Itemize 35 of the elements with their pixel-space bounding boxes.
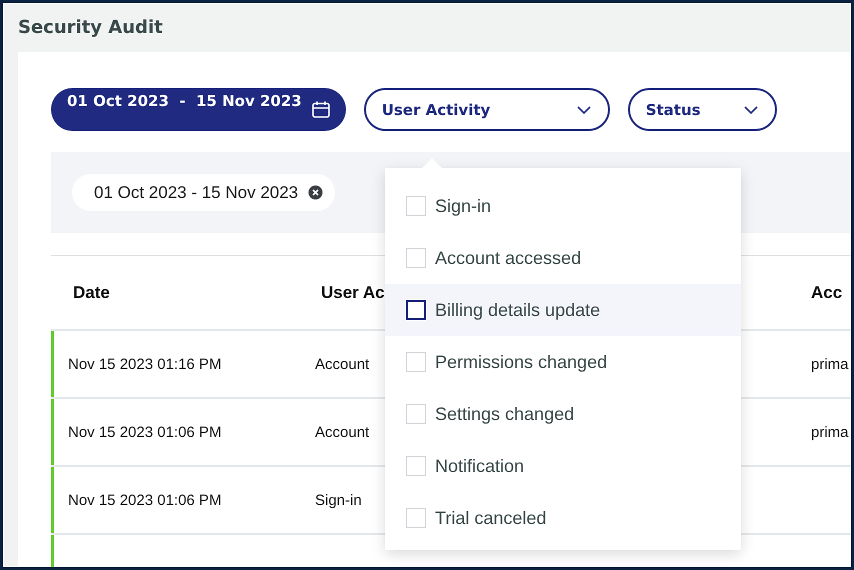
- option-label: Settings changed: [435, 404, 574, 424]
- table-cell: Nov 15 2023 01:16 PM: [68, 356, 222, 372]
- table-cell: prima: [811, 424, 849, 440]
- page-title: Security Audit: [17, 16, 164, 40]
- checkbox[interactable]: [406, 300, 426, 320]
- table-cell: Account: [315, 356, 370, 372]
- menu-option[interactable]: Account accessed: [406, 232, 741, 284]
- close-icon[interactable]: [308, 185, 324, 200]
- option-label: Notification: [435, 456, 524, 476]
- column-header: Acc: [811, 282, 844, 302]
- filter-dropdown[interactable]: User Activity: [364, 88, 610, 131]
- menu-option[interactable]: Notification: [406, 440, 741, 492]
- filter-chip: 01 Oct 2023 - 15 Nov 2023: [72, 174, 336, 211]
- option-label: Billing details update: [435, 300, 600, 320]
- menu-option[interactable]: Trial canceled: [406, 492, 741, 544]
- option-label: Trial canceled: [435, 508, 546, 528]
- menu-option[interactable]: Settings changed: [406, 388, 741, 440]
- menu-option[interactable]: Billing details update: [385, 284, 741, 336]
- date-range-button[interactable]: 01 Oct 2023 - 15 Nov 2023: [51, 88, 346, 131]
- option-label: Sign-in: [435, 196, 492, 216]
- chevron-icon: [576, 104, 592, 114]
- menu-option[interactable]: Permissions changed: [406, 336, 741, 388]
- column-header: User Ac: [320, 282, 386, 302]
- chevron-icon: [742, 104, 759, 114]
- table-cell: Nov 15 2023 01:06 PM: [68, 492, 222, 508]
- table-cell: Nov 15 2023 01:06 PM: [68, 424, 222, 440]
- option-label: Permissions changed: [435, 352, 608, 372]
- table-cell: prima: [811, 356, 849, 372]
- menu-option[interactable]: Sign-in: [406, 180, 741, 232]
- table-cell: Sign-in: [315, 492, 362, 508]
- column-header: Date: [72, 282, 111, 302]
- calendar-icon: [312, 101, 330, 118]
- option-label: Account accessed: [435, 248, 582, 268]
- filter-dropdown[interactable]: Status: [628, 88, 777, 131]
- table-cell: Account: [315, 424, 370, 440]
